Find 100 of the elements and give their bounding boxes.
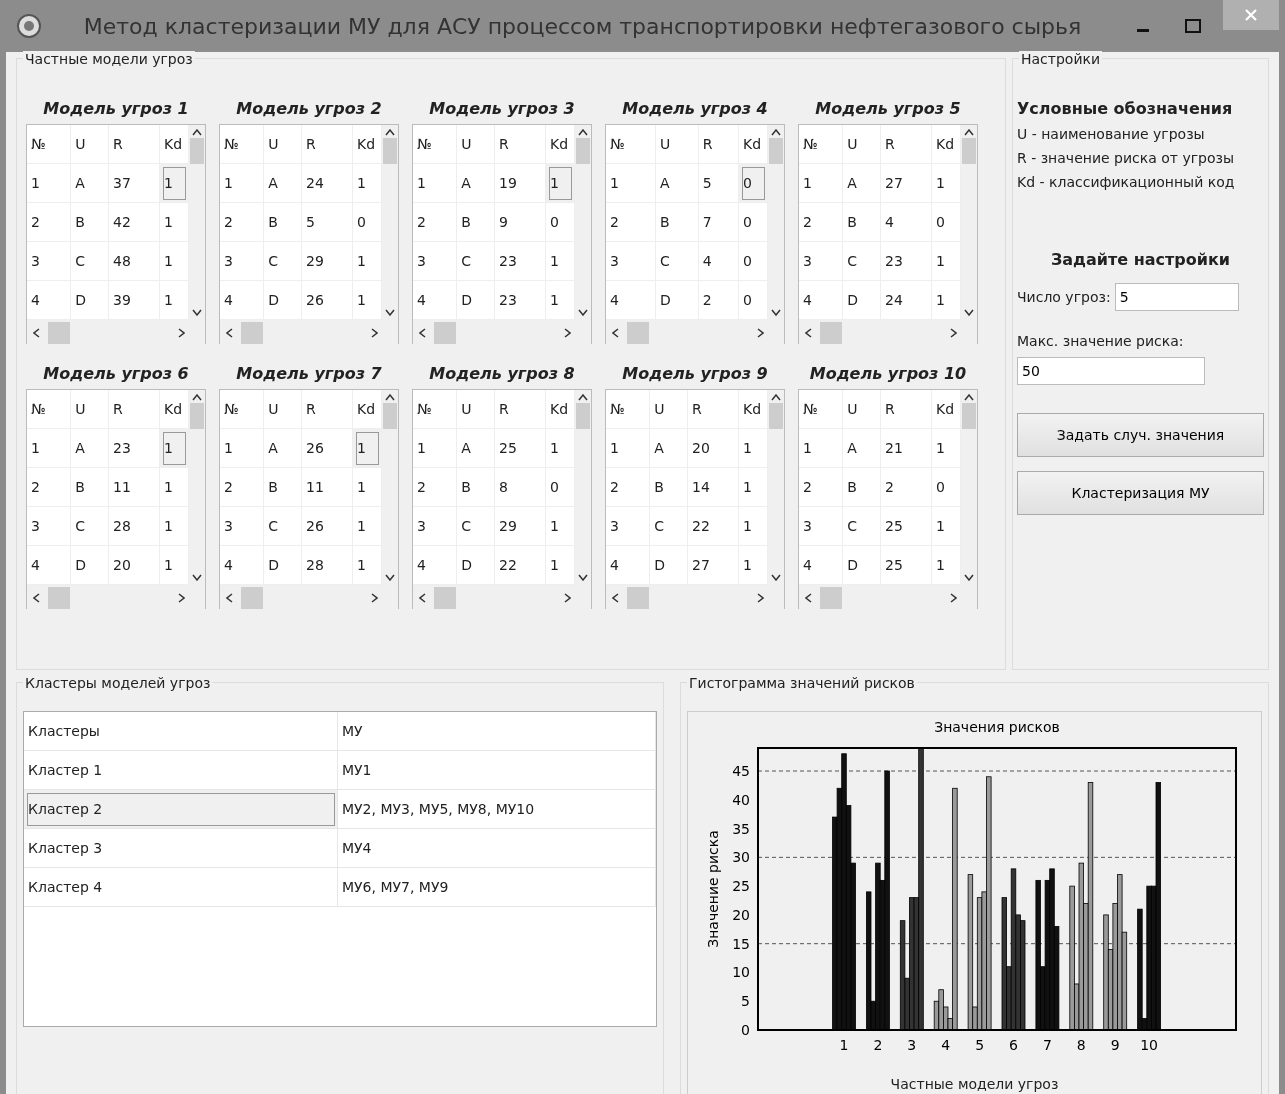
scroll-right-icon[interactable] [371,593,378,603]
scroll-thumb[interactable] [434,322,456,344]
scroll-up-icon[interactable] [964,394,974,401]
column-header[interactable]: № [799,125,843,164]
scroll-left-icon[interactable] [33,328,40,338]
column-header[interactable]: R [301,390,353,429]
input-field[interactable]: 5 [1114,283,1239,311]
column-header[interactable]: R [698,125,739,164]
column-header[interactable]: R [494,390,546,429]
column-header[interactable]: № [606,390,650,429]
scroll-thumb[interactable] [576,403,590,429]
scroll-thumb[interactable] [383,138,397,164]
column-header[interactable]: U [70,390,109,429]
column-header[interactable]: U [263,125,302,164]
scroll-left-icon[interactable] [419,328,426,338]
column-header[interactable]: № [413,125,457,164]
column-header[interactable]: № [413,390,457,429]
scroll-right-icon[interactable] [950,593,957,603]
scroll-left-icon[interactable] [612,328,619,338]
scroll-left-icon[interactable] [612,593,619,603]
column-header[interactable]: Kd [545,390,575,429]
scroll-left-icon[interactable] [805,593,812,603]
scroll-thumb[interactable] [48,322,70,344]
action-button[interactable]: Кластеризация МУ [1017,471,1264,515]
column-header[interactable]: Kd [738,125,768,164]
column-header[interactable]: U [842,390,881,429]
scroll-up-icon[interactable] [771,129,781,136]
column-header[interactable]: R [301,125,353,164]
column-header[interactable]: № [799,390,843,429]
column-header[interactable]: U [263,390,302,429]
scroll-thumb[interactable] [241,587,263,609]
column-header[interactable]: Kd [545,125,575,164]
column-header[interactable]: Kd [931,390,961,429]
scroll-thumb[interactable] [434,587,456,609]
scroll-down-icon[interactable] [578,574,588,581]
scroll-down-icon[interactable] [964,309,974,316]
scroll-thumb[interactable] [48,587,70,609]
scroll-up-icon[interactable] [385,129,395,136]
scroll-thumb[interactable] [769,138,783,164]
scroll-down-icon[interactable] [192,309,202,316]
input-field[interactable]: 50 [1017,357,1205,385]
scroll-thumb[interactable] [962,138,976,164]
scroll-up-icon[interactable] [964,129,974,136]
column-header[interactable]: № [606,125,656,164]
maximize-icon[interactable] [1185,19,1201,33]
column-header[interactable]: Kd [738,390,768,429]
scroll-up-icon[interactable] [771,394,781,401]
scroll-right-icon[interactable] [178,593,185,603]
scroll-thumb[interactable] [627,587,649,609]
scroll-thumb[interactable] [769,403,783,429]
column-header[interactable]: № [220,125,264,164]
scroll-right-icon[interactable] [757,328,764,338]
scroll-right-icon[interactable] [950,328,957,338]
column-header[interactable]: R [687,390,739,429]
scroll-up-icon[interactable] [385,394,395,401]
column-header[interactable]: № [27,125,71,164]
column-header[interactable]: R [108,390,160,429]
column-header[interactable]: Kd [352,125,382,164]
scroll-thumb[interactable] [820,587,842,609]
scroll-left-icon[interactable] [226,328,233,338]
scroll-left-icon[interactable] [226,593,233,603]
scroll-up-icon[interactable] [578,394,588,401]
action-button[interactable]: Задать случ. значения [1017,413,1264,457]
scroll-down-icon[interactable] [192,574,202,581]
column-header[interactable]: U [649,390,688,429]
scroll-right-icon[interactable] [371,328,378,338]
scroll-right-icon[interactable] [178,328,185,338]
scroll-up-icon[interactable] [192,129,202,136]
column-header[interactable]: Kd [931,125,961,164]
scroll-down-icon[interactable] [385,574,395,581]
column-header[interactable]: R [494,125,546,164]
column-header[interactable]: U [456,125,495,164]
column-header[interactable]: Kd [352,390,382,429]
scroll-thumb[interactable] [190,138,204,164]
scroll-thumb[interactable] [627,322,649,344]
column-header[interactable]: Kd [159,390,189,429]
scroll-thumb[interactable] [576,138,590,164]
scroll-thumb[interactable] [820,322,842,344]
column-header[interactable]: Kd [159,125,189,164]
column-header[interactable]: № [220,390,264,429]
column-header[interactable]: U [456,390,495,429]
column-header[interactable]: U [655,125,699,164]
scroll-thumb[interactable] [383,403,397,429]
column-header[interactable]: № [27,390,71,429]
column-header[interactable]: R [880,125,932,164]
scroll-down-icon[interactable] [771,574,781,581]
scroll-right-icon[interactable] [564,593,571,603]
scroll-left-icon[interactable] [419,593,426,603]
scroll-thumb[interactable] [190,403,204,429]
scroll-right-icon[interactable] [564,328,571,338]
scroll-up-icon[interactable] [578,129,588,136]
column-header[interactable]: U [70,125,109,164]
scroll-thumb[interactable] [241,322,263,344]
scroll-down-icon[interactable] [964,574,974,581]
column-header[interactable]: R [108,125,160,164]
scroll-down-icon[interactable] [578,309,588,316]
scroll-down-icon[interactable] [771,309,781,316]
scroll-left-icon[interactable] [805,328,812,338]
scroll-down-icon[interactable] [385,309,395,316]
column-header[interactable]: R [880,390,932,429]
